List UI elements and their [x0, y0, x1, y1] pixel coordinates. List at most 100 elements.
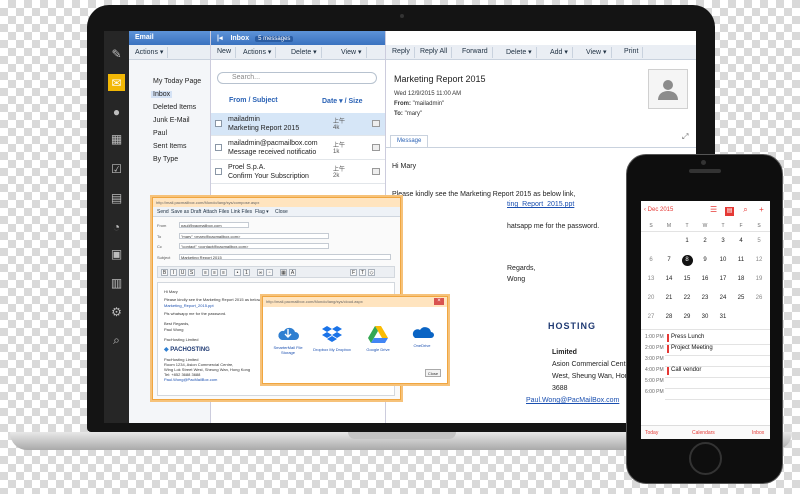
calendar-day[interactable]: 8	[678, 257, 696, 263]
flag-button[interactable]: Flag ▾	[255, 209, 269, 215]
settings-icon[interactable]: ⚙	[108, 303, 125, 320]
compose-cc-field[interactable]: "contact" <contact@pacmailbox.com>	[179, 243, 329, 249]
forward-button[interactable]: Forward	[458, 47, 493, 58]
calendar-day[interactable]: 12	[750, 257, 768, 263]
list-icon[interactable]: ☰	[709, 205, 718, 214]
notes-icon[interactable]: ▤	[108, 189, 125, 206]
reports-icon[interactable]: ▥	[108, 274, 125, 291]
calendar-day[interactable]: 29	[678, 314, 696, 320]
calendar-day[interactable]: 16	[696, 276, 714, 282]
bold-button[interactable]: B	[161, 269, 168, 276]
reply-button[interactable]: Reply	[388, 47, 415, 58]
service-google-drive[interactable]: Google Drive	[359, 325, 397, 352]
save-draft-button[interactable]: Save as Draft	[171, 209, 201, 215]
align-left-button[interactable]: ≡	[202, 269, 209, 276]
calendar-day[interactable]: 11	[732, 257, 750, 263]
folder-sent-items[interactable]: Sent Items	[153, 143, 186, 150]
compose-sig-email[interactable]: Paul.Wong@PacMailBox.com	[164, 377, 217, 382]
search-rail-icon[interactable]: ⌕	[108, 331, 125, 348]
align-center-button[interactable]: ≡	[211, 269, 218, 276]
align-right-button[interactable]: ≡	[220, 269, 227, 276]
calendar-day[interactable]: 13	[642, 276, 660, 282]
calendar-day[interactable]: 26	[750, 295, 768, 301]
event-title[interactable]: Call vendor	[671, 367, 701, 373]
underline-button[interactable]: U	[179, 269, 186, 276]
list-actions-button[interactable]: Actions ▾	[239, 47, 277, 58]
calendar-day[interactable]: 14	[660, 276, 678, 282]
calendar-day[interactable]: 22	[678, 295, 696, 301]
send-button[interactable]: Send	[157, 209, 169, 215]
calendar-day[interactable]: 5	[750, 238, 768, 244]
numbered-list-button[interactable]: 1	[243, 269, 250, 276]
to-value[interactable]: "mary"	[405, 111, 423, 117]
link-files-button[interactable]: Link Files	[231, 209, 252, 215]
calendar-day[interactable]: 17	[714, 276, 732, 282]
read-view-button[interactable]: View ▾	[582, 47, 612, 58]
strike-button[interactable]: S	[188, 269, 195, 276]
folder-by-type[interactable]: By Type	[153, 156, 178, 163]
message-menu-icon[interactable]	[372, 144, 380, 151]
compose-icon[interactable]: ✎	[108, 45, 125, 62]
message-checkbox[interactable]	[215, 120, 222, 127]
calendar-day[interactable]: 4	[732, 238, 750, 244]
search-input[interactable]: Search...	[217, 72, 377, 84]
calendar-day[interactable]: 3	[714, 238, 732, 244]
font-button[interactable]: F	[350, 269, 357, 276]
folder-my-today-page[interactable]: My Today Page	[153, 78, 201, 85]
calendar-day[interactable]: 23	[696, 295, 714, 301]
size-button[interactable]: T	[359, 269, 366, 276]
folder-inbox[interactable]: Inbox	[151, 91, 173, 98]
sig-email-link[interactable]: Paul.Wong@PacMailBox.com	[526, 397, 619, 404]
message-checkbox[interactable]	[215, 144, 222, 151]
message-row[interactable]: Proel S.p.A. Confirm Your Subscription 上…	[211, 161, 385, 184]
folder-deleted-items[interactable]: Deleted Items	[153, 104, 196, 111]
calendar-icon[interactable]: ▦	[108, 130, 125, 147]
calendar-day[interactable]: 19	[750, 276, 768, 282]
attach-files-button[interactable]: Attach Files	[203, 209, 229, 215]
reply-all-button[interactable]: Reply All	[416, 47, 453, 58]
service-smartermail[interactable]: SmarterMail File Storage	[269, 325, 307, 355]
color-button[interactable]: A	[289, 269, 296, 276]
files-icon[interactable]: ▣	[108, 245, 125, 262]
from-value[interactable]: "mailadmin"	[413, 101, 445, 107]
collapse-icon[interactable]: |◂	[217, 35, 222, 42]
link-button[interactable]: ∞	[257, 269, 264, 276]
event-title[interactable]: Project Meeting	[671, 345, 713, 351]
rss-icon[interactable]: ◔	[108, 218, 125, 235]
today-box-icon[interactable]: ▤	[725, 207, 735, 216]
compose-from-field[interactable]: paul@pacmailbox.com	[179, 222, 249, 228]
compose-subject-field[interactable]: Marketing Report 2015	[179, 254, 391, 260]
picker-close-icon[interactable]: ×	[434, 298, 444, 305]
calendar-day[interactable]: 15	[678, 276, 696, 282]
list-button[interactable]: •	[234, 269, 241, 276]
tab-calendars[interactable]: Calendars	[692, 430, 715, 436]
message-menu-icon[interactable]	[372, 120, 380, 127]
calendar-day[interactable]: 20	[642, 295, 660, 301]
tab-message[interactable]: Message	[390, 135, 429, 147]
print-button[interactable]: Print	[620, 47, 644, 58]
message-row[interactable]: mailadmin@pacmailbox.com Message receive…	[211, 137, 385, 160]
list-delete-button[interactable]: Delete ▾	[287, 47, 322, 58]
calendar-day[interactable]: 2	[696, 238, 714, 244]
table-button[interactable]: ▦	[280, 269, 287, 276]
calendar-day[interactable]: 24	[714, 295, 732, 301]
picker-close-button[interactable]: Close	[425, 369, 441, 377]
message-row[interactable]: mailadmin Marketing Report 2015 上午 4k	[211, 113, 385, 136]
image-button[interactable]: ▫	[266, 269, 273, 276]
calendar-day[interactable]: 18	[732, 276, 750, 282]
calendar-day[interactable]: 9	[696, 257, 714, 263]
italic-button[interactable]: I	[170, 269, 177, 276]
add-event-icon[interactable]: +	[757, 205, 766, 214]
folder-junk[interactable]: Junk E-Mail	[153, 117, 190, 124]
message-menu-icon[interactable]	[372, 168, 380, 175]
folder-actions-button[interactable]: Actions ▾	[131, 47, 169, 58]
tab-inbox[interactable]: Inbox	[752, 430, 764, 436]
expand-icon[interactable]: ⤢	[682, 132, 688, 142]
compose-to-field[interactable]: "mary" <mary@pacmailbox.com>	[179, 233, 329, 239]
compose-link[interactable]: Marketing_Report_2015.ppt	[164, 303, 214, 308]
tab-today[interactable]: Today	[645, 430, 658, 436]
calendar-day[interactable]: 25	[732, 295, 750, 301]
folder-paul[interactable]: Paul	[153, 130, 167, 137]
calendar-day[interactable]: 28	[660, 314, 678, 320]
read-delete-button[interactable]: Delete ▾	[502, 47, 537, 58]
